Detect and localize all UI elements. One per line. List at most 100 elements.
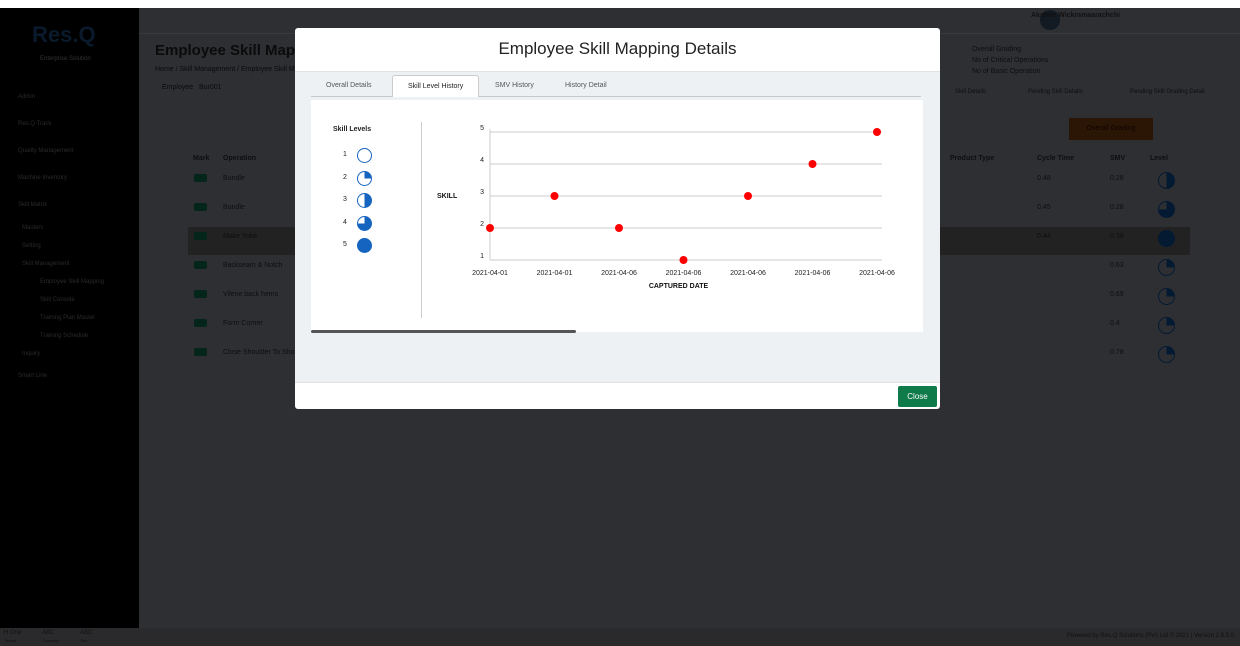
employee-value: Bur001 [198, 84, 222, 91]
x-tick-label: 2021-04-01 [472, 270, 508, 277]
footer-bar: H One Tenant ABC Company ABC Site Powered by … [0, 628, 1240, 646]
y-tick-label: 1 [480, 253, 484, 260]
x-tick-label: 2021-04-01 [537, 270, 573, 277]
column-header: Level [1150, 155, 1168, 162]
sidebar-item[interactable]: Masters [0, 219, 139, 237]
x-tick-label: 2021-04-06 [666, 270, 702, 277]
level-icon [1158, 172, 1175, 189]
horizontal-scrollbar[interactable] [311, 330, 576, 333]
sidebar-item[interactable]: Smart Line [0, 363, 139, 390]
grading-info-item: No of Critical Operations [972, 57, 1049, 64]
smv-cell: 0.28 [1110, 204, 1124, 211]
info-icon[interactable] [194, 174, 207, 182]
operation-cell: Bundle [223, 175, 245, 182]
sidebar-item[interactable]: Res.Q Track [0, 111, 139, 138]
sidebar-nav: Admin Res.Q Track Quality Management Machin… [0, 84, 139, 390]
user-name: Akshan Wickramaarachchi [1030, 12, 1120, 19]
info-icon[interactable] [194, 232, 207, 240]
skill-mapping-modal: Employee Skill Mapping Details Overall D… [295, 28, 940, 409]
sidebar-item[interactable]: Training Schedule [0, 327, 139, 345]
info-icon[interactable] [194, 290, 207, 298]
sidebar-item[interactable]: Skill Management [0, 255, 139, 273]
level-icon [1158, 259, 1175, 276]
footer-value: H One [4, 630, 22, 636]
smv-cell: 0.69 [1110, 291, 1124, 298]
info-icon[interactable] [194, 261, 207, 269]
smv-cell: 0.63 [1110, 262, 1124, 269]
level-icon [1158, 288, 1175, 305]
sidebar-item[interactable]: Skill Matrix [0, 192, 139, 219]
background-tab[interactable]: Skill Details [955, 89, 986, 95]
sidebar-item[interactable]: Training Plan Master [0, 309, 139, 327]
smv-cell: 0.78 [1110, 349, 1124, 356]
cycle-time-cell: 0.44 [1037, 233, 1051, 240]
modal-tabs: Overall Details Skill Level History SMV Hi… [311, 73, 921, 97]
modal-tab[interactable]: Skill Level History [392, 75, 480, 97]
column-header: Operation [223, 155, 257, 162]
breadcrumb: Home / Skill Management / Employee Skill… [155, 66, 316, 73]
x-tick-label: 2021-04-06 [601, 270, 637, 277]
x-tick-label: 2021-04-06 [730, 270, 766, 277]
sidebar-item[interactable]: Quality Management [0, 138, 139, 165]
y-tick-label: 2 [480, 221, 484, 228]
footer-label: Company [42, 638, 60, 643]
column-header: Mark [193, 155, 210, 162]
column-header: SMV [1110, 155, 1126, 162]
info-icon[interactable] [194, 319, 207, 327]
data-point[interactable] [615, 224, 623, 232]
footer-info: ABC Company [42, 630, 59, 644]
modal-tab[interactable]: SMV History [480, 75, 549, 97]
sidebar-item[interactable]: Skill Console [0, 291, 139, 309]
sidebar-item[interactable]: Inquiry [0, 345, 139, 363]
operation-cell: Backseam & Notch [223, 262, 283, 269]
operation-cell: Bundle [223, 204, 245, 211]
modal-tab[interactable]: Overall Details [311, 75, 387, 97]
data-point[interactable] [550, 192, 559, 200]
footer-value: ABC [80, 630, 93, 636]
sidebar-item[interactable]: Employee Skill Mapping [0, 273, 139, 291]
sidebar-item[interactable]: Setting [0, 237, 139, 255]
sidebar-item[interactable]: Admin [0, 84, 139, 111]
overall-grading-button[interactable]: Overall Grading [1069, 118, 1153, 140]
footer-info: ABC Site [80, 630, 92, 644]
data-point[interactable] [873, 128, 881, 136]
logo-subtitle: Enterprise Solution [40, 56, 91, 62]
modal-footer: Close [295, 382, 940, 409]
employee-label: Employee [162, 84, 194, 91]
background-tab[interactable]: Pending Skill Grading Detail [1130, 89, 1205, 95]
data-point[interactable] [679, 256, 688, 264]
info-icon[interactable] [194, 348, 207, 356]
chart-panel: Skill Levels 12345 1 2 3 4 5 2021-04-01 2021-0… [311, 100, 923, 332]
x-axis-title: CAPTURED DATE [649, 283, 709, 290]
sidebar: Res.Q Enterprise Solution Admin Res.Q Tra… [0, 8, 139, 628]
skill-chart: 1 2 3 4 5 2021-04-01 2021-04-01 2021-04-06 2021-… [437, 125, 895, 290]
modal-tab[interactable]: History Detail [550, 75, 622, 97]
data-point[interactable] [486, 224, 494, 232]
data-point[interactable] [744, 192, 752, 200]
smv-cell: 0.38 [1110, 233, 1124, 240]
info-icon[interactable] [194, 203, 207, 211]
operation-cell: Make Yoke [223, 233, 258, 240]
grading-info-item: Overall Grading [972, 46, 1022, 53]
x-tick-label: 2021-04-06 [795, 270, 831, 277]
footer-label: Tenant [4, 638, 17, 643]
cycle-time-cell: 0.45 [1037, 204, 1051, 211]
smv-cell: 0.4 [1110, 320, 1120, 327]
smv-cell: 0.28 [1110, 175, 1124, 182]
footer-info: H One Tenant [4, 630, 21, 644]
data-point[interactable] [808, 160, 817, 168]
close-button[interactable]: Close [898, 386, 937, 407]
level-icon [1158, 346, 1175, 363]
footer-credit: Powered by Res.Q Solutions (Pvt) Ltd © 2… [1066, 633, 1234, 639]
modal-body: Overall Details Skill Level History SMV Hi… [295, 72, 940, 382]
column-header: Cycle Time [1037, 155, 1074, 162]
modal-title: Employee Skill Mapping Details [295, 28, 940, 72]
level-icon [1158, 201, 1175, 218]
sidebar-item[interactable]: Machine Inventory [0, 165, 139, 192]
footer-label: Site [80, 638, 87, 643]
level-icon [1158, 317, 1175, 334]
column-header: Product Type [950, 155, 995, 162]
employee-field: Employee Bur001 [162, 84, 222, 91]
grading-info-item: No of Basic Operation [972, 68, 1041, 75]
background-tab[interactable]: Pending Skill Details [1028, 89, 1083, 95]
